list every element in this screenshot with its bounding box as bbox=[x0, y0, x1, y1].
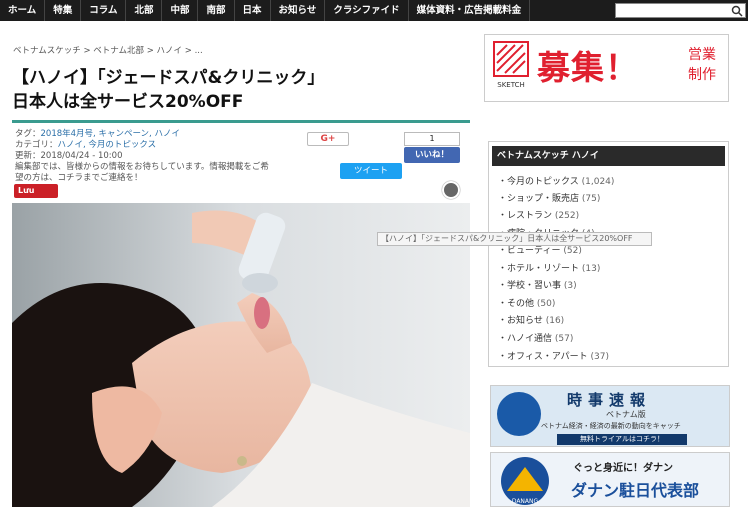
fb-like-button[interactable]: いいね！ bbox=[404, 147, 460, 163]
category-count: (252) bbox=[554, 211, 580, 221]
category-label: ハノイ通信 bbox=[507, 334, 553, 344]
jiji-sub: ベトナム版 bbox=[606, 410, 646, 419]
category-item[interactable]: ・オフィス・アパート (37) bbox=[498, 349, 609, 362]
danang-title: ダナン駐日代表部 bbox=[571, 481, 700, 500]
category-label: ショップ・販売店 bbox=[507, 194, 580, 204]
nav-item-5[interactable]: 南部 bbox=[198, 0, 235, 21]
updated-label: 更新： bbox=[15, 151, 41, 161]
fb-like-count: 1 bbox=[404, 132, 460, 146]
nav-item-4[interactable]: 中部 bbox=[162, 0, 199, 21]
nav-item-7[interactable]: お知らせ bbox=[271, 0, 326, 21]
widget-title: ベトナムスケッチ ハノイ bbox=[492, 146, 725, 166]
category-label: 今月のトピックス bbox=[507, 177, 579, 187]
category-count: (52) bbox=[563, 246, 582, 256]
danang-head: ぐっと身近に！ダナン bbox=[573, 463, 673, 474]
category-label: お知らせ bbox=[507, 316, 543, 326]
article-note: 編集部では、皆様からの情報をお待ちしています。情報掲載をご希望の方は、コチラまで… bbox=[15, 162, 269, 183]
article-meta: タグ：2018年4月号, キャンペーン, ハノイ カテゴリ：ハノイ, 今月のトピ… bbox=[15, 129, 315, 184]
breadcrumb[interactable]: ベトナムスケッチ > ベトナム北部 > ハノイ > ... bbox=[13, 44, 203, 56]
danang-logo-icon: DANANG bbox=[501, 457, 549, 505]
category-label: カテゴリ： bbox=[15, 140, 58, 150]
nav-item-2[interactable]: コラム bbox=[81, 0, 127, 21]
recruit-headline: 募集！ bbox=[537, 48, 639, 87]
category-item[interactable]: ・その他 (50) bbox=[498, 296, 555, 309]
nav-item-1[interactable]: 特集 bbox=[45, 0, 82, 21]
nav-item-0[interactable]: ホーム bbox=[0, 0, 46, 21]
sketch-logo-text: SKETCH bbox=[497, 81, 524, 89]
nav-item-9[interactable]: 媒体資料・広告掲載料金 bbox=[409, 0, 531, 21]
category-item[interactable]: ・学校・習い事 (3) bbox=[498, 278, 577, 291]
category-links[interactable]: ハノイ, 今月のトピックス bbox=[58, 140, 157, 150]
article-title-line1: 【ハノイ】「ジェードスパ&クリニック」 bbox=[12, 68, 325, 88]
search-icon[interactable] bbox=[731, 5, 743, 17]
category-label: レストラン bbox=[507, 211, 553, 221]
role-production: 制作 bbox=[688, 67, 716, 83]
category-count: (16) bbox=[545, 316, 565, 326]
recruit-roles: 営業 制作 bbox=[682, 45, 722, 85]
category-count: (75) bbox=[581, 194, 601, 204]
category-count: (13) bbox=[581, 264, 601, 274]
category-item[interactable]: ・お知らせ (16) bbox=[498, 313, 564, 326]
jiji-title: 時事速報 bbox=[567, 391, 652, 409]
category-label: オフィス・アパート bbox=[507, 352, 588, 362]
tag-links[interactable]: 2018年4月号, キャンペーン, ハノイ bbox=[41, 129, 180, 139]
expand-icon[interactable] bbox=[442, 181, 460, 199]
pinterest-save-button[interactable]: Lưu bbox=[14, 184, 58, 198]
nav-item-6[interactable]: 日本 bbox=[235, 0, 271, 21]
article-title-line2: 日本人は全サービス20%OFF bbox=[12, 92, 244, 112]
search-box[interactable] bbox=[615, 3, 746, 18]
tweet-button[interactable]: ツイート bbox=[340, 163, 402, 179]
recruit-banner[interactable]: SKETCH 募集！ 営業制作 bbox=[484, 34, 729, 102]
nav-item-8[interactable]: クラシファイド bbox=[325, 0, 409, 21]
image-tooltip: 【ハノイ】「ジェードスパ&クリニック」日本人は全サービス20%OFF bbox=[377, 232, 652, 246]
meta-divider bbox=[12, 120, 470, 123]
jiji-banner[interactable]: 時事速報 ベトナム版 ベトナム経済・経済の最新の動向をキャッチ 無料トライアルは… bbox=[490, 385, 730, 447]
danang-logo-text: DANANG bbox=[512, 498, 539, 505]
category-label: ビューティー bbox=[507, 246, 561, 256]
category-item[interactable]: ・今月のトピックス (1,024) bbox=[498, 174, 614, 187]
category-label: ホテル・リゾート bbox=[507, 264, 580, 274]
category-count: (1,024) bbox=[581, 177, 615, 187]
category-widget: ベトナムスケッチ ハノイ ・今月のトピックス (1,024) ・ショップ・販売店 … bbox=[488, 141, 729, 367]
article-photo bbox=[12, 203, 470, 507]
nav-item-3[interactable]: 北部 bbox=[126, 0, 163, 21]
category-item[interactable]: ・ショップ・販売店 (75) bbox=[498, 191, 600, 204]
category-count: (3) bbox=[563, 281, 577, 291]
category-count: (50) bbox=[536, 299, 556, 309]
category-count: (37) bbox=[590, 352, 610, 362]
category-item[interactable]: ・ハノイ通信 (57) bbox=[498, 331, 573, 344]
category-item[interactable]: ・ホテル・リゾート (13) bbox=[498, 261, 600, 274]
category-count: (57) bbox=[554, 334, 574, 344]
sketch-logo-icon: SKETCH bbox=[493, 41, 529, 89]
updated-date: 2018/04/24 - 10:00 bbox=[40, 151, 123, 161]
tag-label: タグ： bbox=[15, 129, 41, 139]
jiji-logo-icon bbox=[497, 392, 541, 436]
article-title: 【ハノイ】「ジェードスパ&クリニック」 日本人は全サービス20%OFF bbox=[12, 66, 472, 114]
role-sales: 営業 bbox=[688, 47, 716, 63]
danang-banner[interactable]: DANANG ぐっと身近に！ダナン ダナン駐日代表部 bbox=[490, 452, 730, 507]
gplus-share-button[interactable]: G+ bbox=[307, 132, 349, 146]
category-item[interactable]: ・レストラン (252) bbox=[498, 208, 579, 221]
jiji-cta[interactable]: 無料トライアルはコチラ！ bbox=[557, 434, 687, 445]
category-label: 学校・習い事 bbox=[507, 281, 562, 291]
jiji-desc: ベトナム経済・経済の最新の動向をキャッチ bbox=[541, 422, 681, 430]
category-label: その他 bbox=[507, 299, 535, 309]
